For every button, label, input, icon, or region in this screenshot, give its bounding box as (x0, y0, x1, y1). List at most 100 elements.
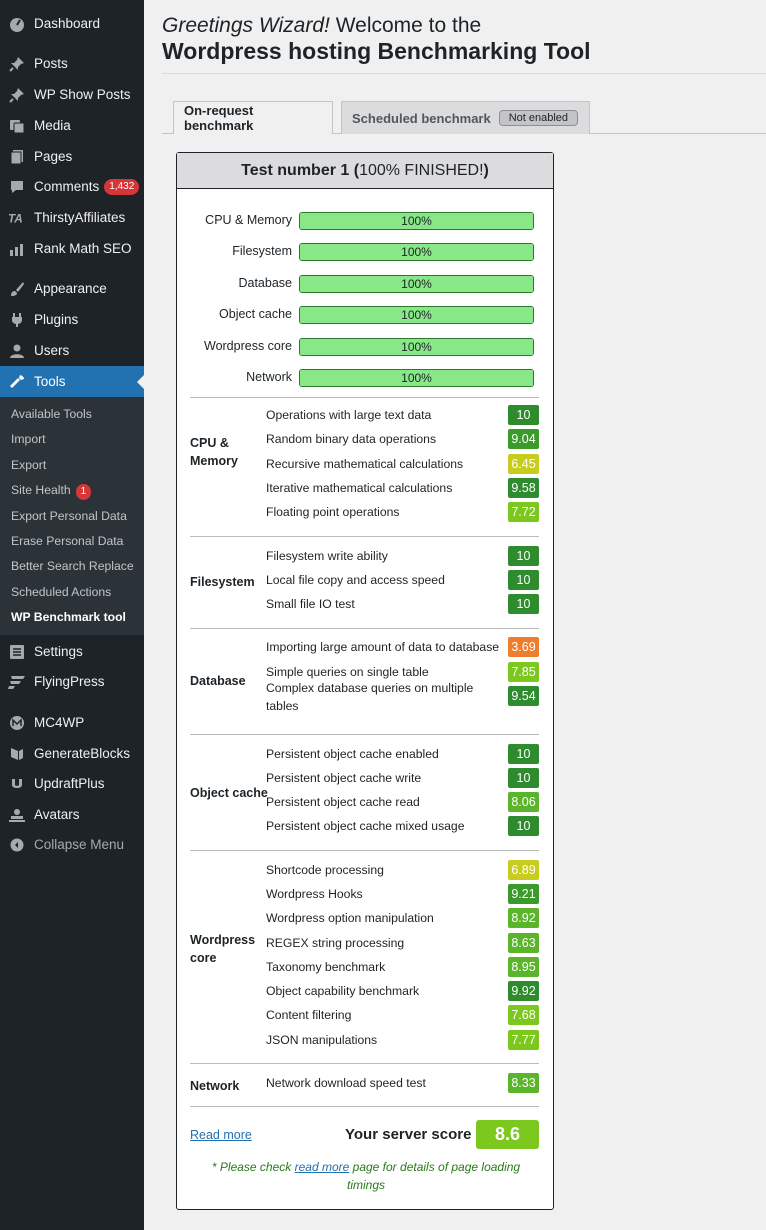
media-icon (8, 117, 26, 135)
section-divider (190, 734, 539, 735)
test-label: Object capability benchmark (266, 984, 420, 998)
mc4wp-icon (8, 714, 26, 732)
sidebar-item-plugins[interactable]: Plugins (0, 304, 144, 335)
group-name: Network (190, 1079, 240, 1093)
collapse-menu-label: Collapse Menu (34, 837, 125, 852)
updraft-icon (8, 775, 26, 793)
note-prefix: * Please check (211, 1160, 295, 1174)
submenu-item-scheduled-actions[interactable]: Scheduled Actions (11, 583, 111, 601)
submenu-item-label: Scheduled Actions (11, 585, 112, 599)
ta-icon: TA (8, 209, 26, 227)
footnote: * Please check read more page for detail… (197, 1158, 535, 1194)
test-label: Random binary data operations (266, 432, 437, 446)
score-badge: 8.95 (508, 957, 539, 977)
test-label: Wordpress Hooks (266, 887, 363, 901)
flyingpress-icon (8, 673, 26, 691)
sidebar-item-pages[interactable]: Pages (0, 141, 144, 172)
progress-percent: 100% (401, 371, 432, 385)
score-badge: 9.54 (508, 686, 539, 706)
sidebar-item-wp-show-posts[interactable]: WP Show Posts (0, 79, 144, 110)
test-label: Persistent object cache write (266, 771, 422, 785)
progress-row: Object cache 100% (177, 306, 555, 324)
sidebar-item-thirstyaffiliates[interactable]: TA ThirstyAffiliates (0, 202, 144, 233)
sidebar-item-updraftplus[interactable]: UpdraftPlus (0, 768, 144, 799)
score-badge: 8.63 (508, 933, 539, 953)
score-badge: 9.58 (508, 478, 539, 498)
test-label: Content filtering (266, 1008, 352, 1022)
sidebar-item-users[interactable]: Users (0, 335, 144, 366)
sidebar-item-label: Media (34, 118, 71, 133)
sidebar-item-label: Avatars (34, 807, 80, 822)
submenu-item-export-personal-data[interactable]: Export Personal Data (11, 507, 127, 525)
progress-percent: 100% (401, 214, 432, 228)
panel-title-suffix: ) (483, 161, 489, 179)
submenu-item-better-search-replace[interactable]: Better Search Replace (11, 557, 134, 575)
score-badge: 7.85 (508, 662, 539, 682)
comments-icon (8, 178, 26, 196)
test-label: Wordpress option manipulation (266, 911, 434, 925)
panel-title: Test number 1 (100% FINISHED!) (177, 153, 553, 189)
test-label: Shortcode processing (266, 863, 384, 877)
submenu-item-label: Export (11, 458, 47, 472)
section-divider (190, 628, 539, 629)
group-name: Database (190, 674, 246, 688)
score-badge: 9.21 (508, 884, 539, 904)
sidebar-item-label: FlyingPress (34, 674, 105, 689)
sidebar-item-tools[interactable]: Tools (0, 366, 144, 397)
svg-text:TA: TA (8, 212, 23, 225)
submenu-item-label: Better Search Replace (11, 559, 134, 573)
sidebar-item-flyingpress[interactable]: FlyingPress (0, 666, 144, 697)
test-label: Recursive mathematical calculations (266, 457, 464, 471)
plug-icon (8, 311, 26, 329)
user-icon (8, 342, 26, 360)
sidebar-item-dashboard[interactable]: Dashboard (0, 8, 144, 39)
score-badge: 10 (508, 570, 539, 590)
score-badge: 8.06 (508, 792, 539, 812)
note-read-more-link[interactable]: read more (295, 1160, 350, 1174)
score-badge: 7.77 (508, 1030, 539, 1050)
progress-row: Database 100% (177, 275, 555, 293)
brush-icon (8, 280, 26, 298)
tab-scheduled[interactable]: Scheduled benchmark Not enabled (341, 101, 590, 134)
submenu-item-import[interactable]: Import (11, 430, 46, 448)
sidebar-item-label: MC4WP (34, 715, 85, 730)
sidebar-item-label: WP Show Posts (34, 87, 131, 102)
sidebar-item-mc4wp[interactable]: MC4WP (0, 707, 144, 738)
submenu-item-erase-personal-data[interactable]: Erase Personal Data (11, 532, 123, 550)
greeting: Greetings Wizard! (162, 14, 330, 37)
progress-percent: 100% (401, 277, 432, 291)
collapse-menu-button[interactable]: Collapse Menu (0, 829, 144, 860)
sidebar-item-label: Users (34, 343, 70, 358)
test-label: JSON manipulations (266, 1033, 378, 1047)
sidebar-item-media[interactable]: Media (0, 110, 144, 141)
submenu-item-label: Import (11, 432, 46, 446)
submenu-item-label: Export Personal Data (11, 509, 127, 523)
tab-scheduled-label: Scheduled benchmark (352, 110, 491, 126)
tab-on-request[interactable]: On-request benchmark (173, 101, 333, 134)
submenu-item-site-health[interactable]: Site Health 1 (11, 481, 92, 500)
sidebar-item-settings[interactable]: Settings (0, 636, 144, 667)
progress-label: Network (246, 370, 292, 384)
sidebar-item-posts[interactable]: Posts (0, 48, 144, 79)
sidebar-item-avatars[interactable]: Avatars (0, 799, 144, 830)
wrench-icon (8, 373, 26, 391)
sidebar-item-appearance[interactable]: Appearance (0, 273, 144, 304)
test-label: Persistent object cache read (266, 795, 420, 809)
submenu-item-export[interactable]: Export (11, 456, 46, 474)
test-label: Operations with large text data (266, 408, 432, 422)
sidebar-item-rank-math-seo[interactable]: Rank Math SEO (0, 233, 144, 264)
progress-percent: 100% (401, 340, 432, 354)
site-health-badge: 1 (75, 484, 92, 500)
score-badge: 10 (508, 405, 539, 425)
read-more-link[interactable]: Read more (190, 1128, 252, 1142)
chart-icon (8, 240, 26, 258)
greeting-line: Greetings Wizard! Welcome to the (162, 14, 481, 38)
submenu-item-wp-benchmark-tool[interactable]: WP Benchmark tool (11, 608, 126, 626)
section-divider (190, 536, 539, 537)
submenu-item-label: Site Health (11, 483, 71, 497)
header-divider (162, 73, 766, 74)
sidebar-item-generateblocks[interactable]: GenerateBlocks (0, 738, 144, 769)
score-badge: 10 (508, 546, 539, 566)
submenu-item-available-tools[interactable]: Available Tools (11, 405, 92, 423)
sidebar-item-comments[interactable]: Comments 1,432 (0, 171, 144, 202)
